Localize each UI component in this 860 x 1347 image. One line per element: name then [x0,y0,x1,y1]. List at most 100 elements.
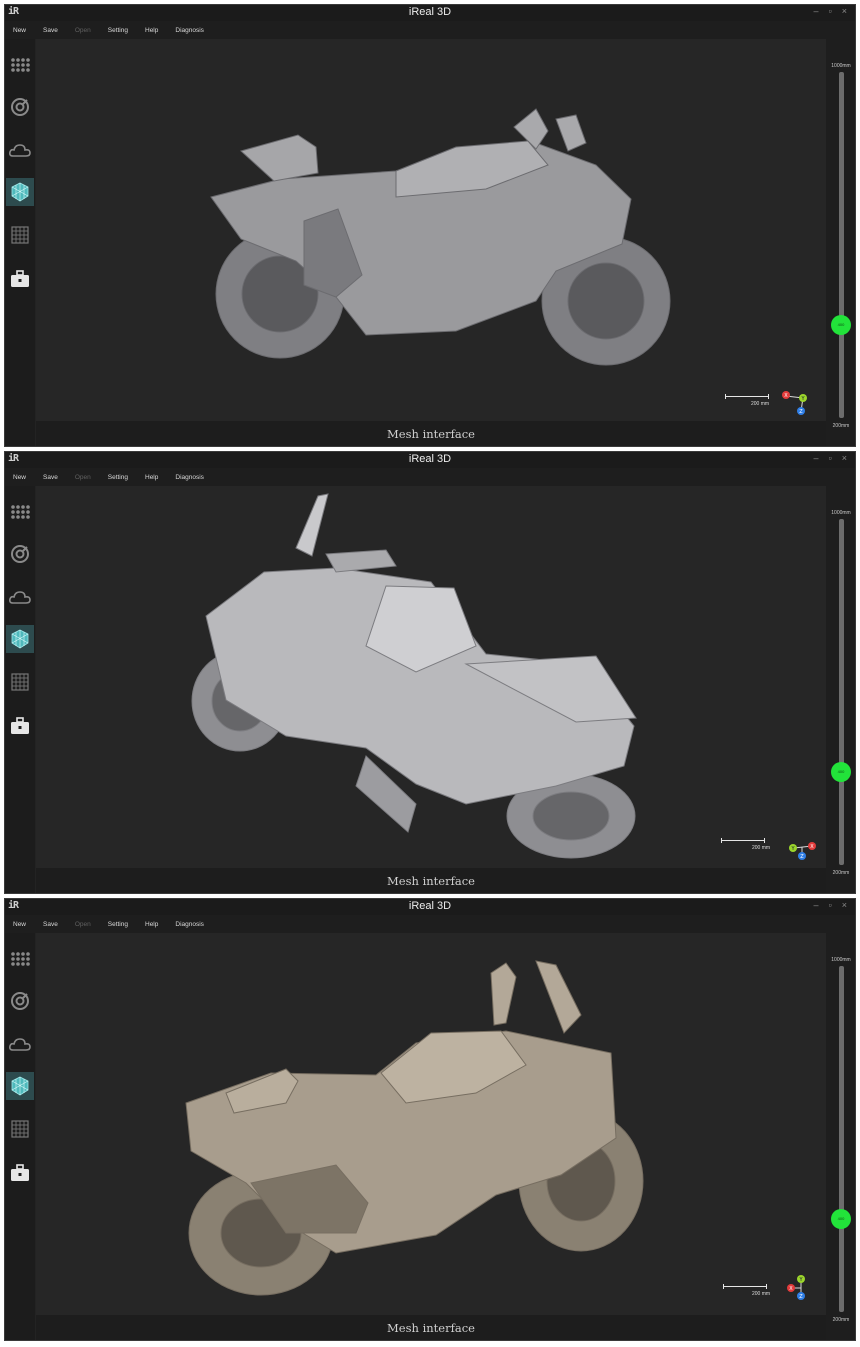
axis-triad: Y Z X [788,836,818,862]
scale-label: 200 mm [752,845,771,851]
maximize-button[interactable]: ▫ [829,453,832,463]
maximize-button[interactable]: ▫ [829,900,832,910]
menu-bar: New Save Open Setting Help Diagnosis [5,21,855,39]
menu-new[interactable]: New [13,474,26,481]
close-button[interactable]: × [842,900,847,910]
minimize-button[interactable]: – [814,6,819,16]
menu-open[interactable]: Open [75,27,91,34]
axis-triad: X Y Z [784,1274,814,1300]
title-bar: iR iReal 3D – ▫ × [5,899,855,915]
axis-z-label: Z [799,409,803,415]
point-cloud-icon[interactable] [6,1030,34,1058]
menu-help[interactable]: Help [145,474,158,481]
point-cloud-icon[interactable] [6,583,34,611]
menu-new[interactable]: New [13,921,26,928]
distance-panel: 1000mm 400 200mm [826,486,855,893]
tool-sidebar [5,486,35,893]
menu-save[interactable]: Save [43,921,58,928]
mesh-cube-icon[interactable] [6,625,34,653]
scan-target-icon[interactable] [6,987,34,1015]
axis-x-label: X [784,393,788,399]
grid-icon[interactable] [6,1115,34,1143]
minimize-button[interactable]: – [814,900,819,910]
scale-bar [725,394,769,400]
app-title: iReal 3D [408,6,452,18]
slider-min-label: 200mm [832,870,850,876]
motorcycle-mesh-model[interactable] [36,486,826,868]
mesh-cube-icon[interactable] [6,178,34,206]
axis-triad: X Y Z [781,389,811,415]
point-cloud-icon[interactable] [6,136,34,164]
window-controls: – ▫ × [814,900,847,910]
app-title: iReal 3D [408,900,452,912]
close-button[interactable]: × [842,6,847,16]
menu-bar: New Save Open Setting Help Diagnosis [5,468,855,486]
scan-target-icon[interactable] [6,93,34,121]
app-title: iReal 3D [408,453,452,465]
maximize-button[interactable]: ▫ [829,6,832,16]
menu-new[interactable]: New [13,27,26,34]
grid-icon[interactable] [6,221,34,249]
scale-bar [723,1284,767,1290]
distance-slider[interactable] [839,966,844,1312]
3d-viewport[interactable]: 200 mm X Y Z [36,933,826,1315]
toolbox-icon[interactable] [6,265,34,293]
status-bar: Mesh interface [36,868,826,893]
status-bar: Mesh interface [36,421,826,446]
scanner-window-3: iR iReal 3D – ▫ × New Save Open Setting … [4,898,856,1341]
menu-diagnosis[interactable]: Diagnosis [175,921,204,928]
title-bar: iR iReal 3D – ▫ × [5,452,855,468]
slider-thumb[interactable]: 400 [831,1208,851,1229]
tool-sidebar [5,933,35,1340]
motorcycle-mesh-model[interactable] [36,933,826,1315]
slider-max-label: 1000mm [831,63,851,69]
menu-help[interactable]: Help [145,27,158,34]
scanner-window-2: iR iReal 3D – ▫ × New Save Open Setting … [4,451,856,894]
slider-thumb[interactable]: 400 [831,761,851,782]
menu-diagnosis[interactable]: Diagnosis [175,27,204,34]
dots-grid-icon[interactable] [6,945,34,973]
menu-save[interactable]: Save [43,474,58,481]
menu-setting[interactable]: Setting [108,921,128,928]
dots-grid-icon[interactable] [6,498,34,526]
scan-target-icon[interactable] [6,540,34,568]
menu-help[interactable]: Help [145,921,158,928]
distance-slider[interactable] [839,519,844,865]
axis-x-label: X [789,1286,793,1292]
menu-open[interactable]: Open [75,474,91,481]
menu-bar: New Save Open Setting Help Diagnosis [5,915,855,933]
scanner-window-1: iR iReal 3D – ▫ × New Save Open Setting … [4,4,856,447]
grid-icon[interactable] [6,668,34,696]
menu-setting[interactable]: Setting [108,474,128,481]
distance-slider[interactable] [839,72,844,418]
window-controls: – ▫ × [814,453,847,463]
scale-label: 200 mm [752,1291,771,1297]
menu-open[interactable]: Open [75,921,91,928]
axis-z-label: Z [800,854,804,860]
motorcycle-mesh-model[interactable] [36,39,826,421]
status-bar: Mesh interface [36,1315,826,1340]
close-button[interactable]: × [842,453,847,463]
slider-min-label: 200mm [832,1317,850,1323]
scale-label: 200 mm [751,401,770,407]
menu-diagnosis[interactable]: Diagnosis [175,474,204,481]
slider-thumb[interactable]: 400 [831,314,851,335]
window-controls: – ▫ × [814,6,847,16]
dots-grid-icon[interactable] [6,51,34,79]
3d-viewport[interactable]: 200 mm X Y Z [36,39,826,421]
distance-panel: 1000mm 400 200mm [826,933,855,1340]
menu-setting[interactable]: Setting [108,27,128,34]
title-bar: iR iReal 3D – ▫ × [5,5,855,21]
scale-bar [721,838,765,844]
slider-max-label: 1000mm [831,510,851,516]
3d-viewport[interactable]: 200 mm Y Z X [36,486,826,868]
minimize-button[interactable]: – [814,453,819,463]
mesh-cube-icon[interactable] [6,1072,34,1100]
slider-min-label: 200mm [832,423,850,429]
menu-save[interactable]: Save [43,27,58,34]
axis-x-label: X [810,844,814,850]
tool-sidebar [5,39,35,446]
axis-z-label: Z [799,1294,803,1300]
toolbox-icon[interactable] [6,712,34,740]
toolbox-icon[interactable] [6,1159,34,1187]
